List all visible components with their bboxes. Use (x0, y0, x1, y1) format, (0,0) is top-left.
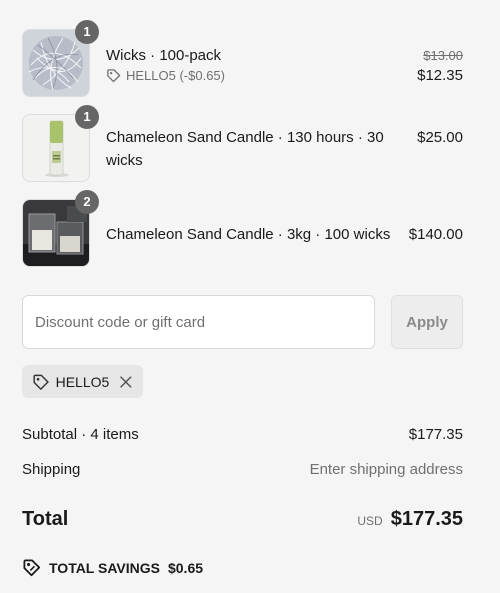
subtotal-value: $177.35 (408, 426, 463, 443)
applied-discount-tag: HELLO5 (22, 365, 143, 398)
line-item: 1 Chameleon Sand Candle · 130 hours · 30… (22, 105, 463, 184)
item-price: $140.00 (408, 226, 463, 243)
shipping-label: Shipping (22, 461, 81, 478)
item-price: $25.00 (417, 129, 463, 146)
original-price: $13.00 (423, 48, 463, 63)
savings-value: $0.65 (167, 559, 204, 576)
apply-button[interactable]: Apply (391, 295, 463, 349)
tag-icon (33, 374, 49, 390)
total-value: $177.35 (390, 508, 463, 530)
shipping-row: Shipping Enter shipping address (22, 461, 463, 478)
savings-label: TOTAL SAVINGS (49, 559, 160, 576)
item-name: Chameleon Sand Candle · 130 hours · 30 w… (106, 129, 384, 169)
applied-code-label: HELLO5 (55, 373, 110, 390)
total-amount: USD $177.35 (357, 508, 463, 531)
line-item: 1 Wicks · 100-pack HELLO5 (-$0.65) $13.0… (22, 20, 463, 99)
quantity-badge: 1 (75, 105, 99, 129)
total-label: Total (22, 508, 69, 530)
item-price: $12.35 (417, 67, 463, 84)
remove-code-icon[interactable] (119, 375, 133, 389)
item-discount: HELLO5 (-$0.65) (106, 68, 225, 83)
tag-icon (107, 69, 121, 83)
subtotal-label: Subtotal · 4 items (22, 426, 139, 443)
currency-code: USD (357, 514, 383, 528)
item-name: Wicks · 100-pack (106, 47, 222, 64)
quantity-badge: 2 (75, 190, 99, 214)
item-name: Chameleon Sand Candle · 3kg · 100 wicks (106, 226, 391, 243)
quantity-badge: 1 (75, 20, 99, 44)
item-discount-label: HELLO5 (-$0.65) (126, 68, 225, 83)
discount-code-input[interactable] (22, 295, 375, 349)
line-item: 2 Chameleon Sand Candle · 3kg · 100 wick… (22, 190, 463, 269)
subtotal-row: Subtotal · 4 items $177.35 (22, 426, 463, 443)
savings-tag-icon (23, 559, 41, 577)
shipping-value: Enter shipping address (309, 461, 463, 478)
total-savings: TOTAL SAVINGS $0.65 (22, 558, 203, 577)
